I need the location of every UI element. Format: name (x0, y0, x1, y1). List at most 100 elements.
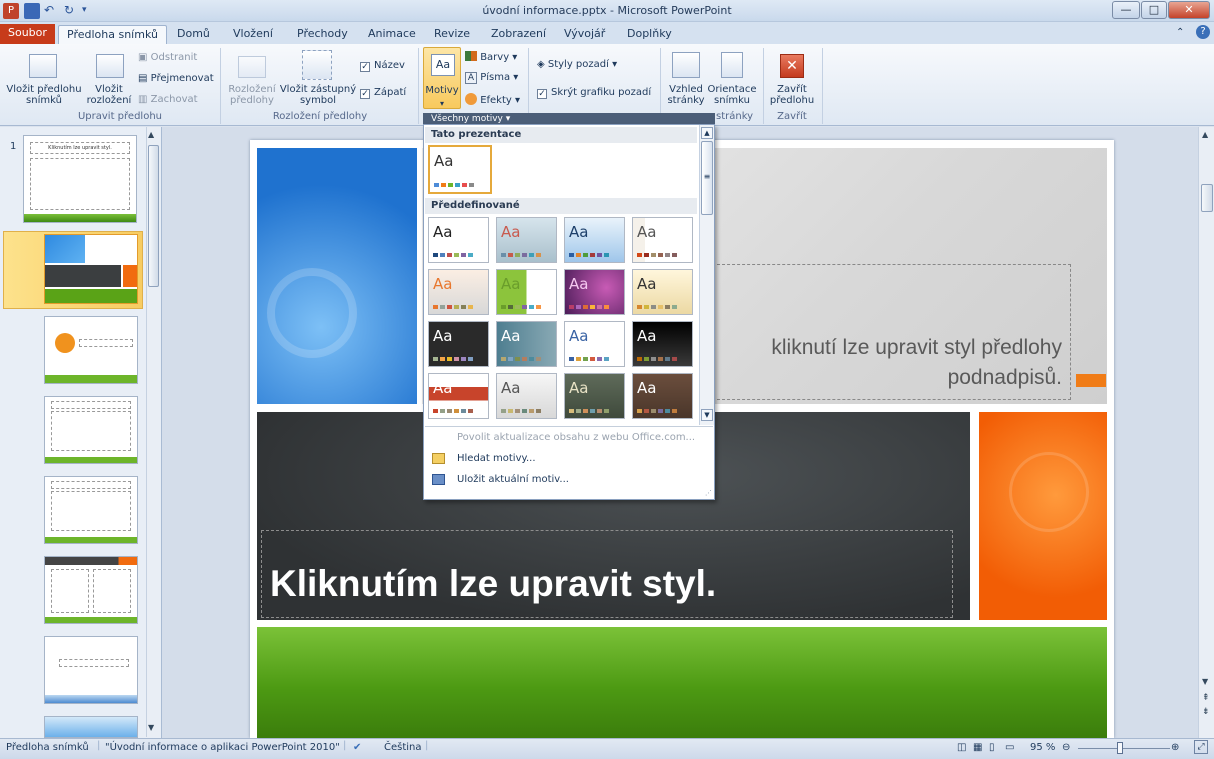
theme-builtin[interactable]: Aa (632, 373, 693, 419)
resize-grip-icon[interactable]: ⋰ (705, 489, 712, 497)
title-checkbox[interactable]: ✓ Název (360, 60, 405, 72)
normal-view-icon[interactable]: ◫ (957, 742, 966, 753)
tab-file[interactable]: Soubor (0, 24, 55, 44)
tab-transitions[interactable]: Přechody (289, 25, 356, 44)
footer-checkbox[interactable]: ✓ Zápatí (360, 87, 406, 99)
allow-office-updates-item[interactable]: Povolit aktualizace obsahu z webu Office… (426, 428, 712, 448)
slide-sorter-icon[interactable]: ▦ (973, 742, 982, 753)
page-setup-button[interactable]: Vzhled stránky (666, 84, 706, 106)
theme-builtin[interactable]: Aa (564, 373, 625, 419)
thumb-orange-circle (55, 333, 75, 353)
slide-show-icon[interactable]: ▭ (1005, 742, 1014, 753)
save-current-theme-item[interactable]: Uložit aktuální motiv... (426, 470, 712, 490)
scroll-down-icon[interactable]: ▼ (148, 723, 154, 732)
rename-button[interactable]: ▤ Přejmenovat (138, 73, 214, 84)
theme-builtin[interactable]: Aa (496, 373, 557, 419)
zoom-in-icon[interactable]: ⊕ (1171, 742, 1179, 753)
spellcheck-icon[interactable]: ✔ (353, 742, 361, 753)
theme-current[interactable]: Aa (428, 145, 492, 194)
thumbnail-layout-4[interactable] (44, 476, 138, 544)
theme-sample: Aa (501, 223, 521, 241)
theme-builtin[interactable]: Aa (496, 269, 557, 315)
gallery-scrollbar[interactable]: ▲ ≡ ▼ (699, 125, 714, 425)
background-styles-button[interactable]: ◈ Styly pozadí ▾ (537, 59, 617, 70)
tab-insert[interactable]: Vložení (225, 25, 281, 44)
scroll-up-icon[interactable]: ▲ (701, 127, 713, 139)
zoom-out-icon[interactable]: ⊖ (1062, 742, 1070, 753)
delete-button[interactable]: ▣ Odstranit (138, 52, 197, 63)
zoom-slider[interactable] (1078, 748, 1170, 749)
group-divider (822, 48, 823, 124)
tab-review[interactable]: Revize (426, 25, 478, 44)
next-slide-icon[interactable]: ⇟ (1202, 707, 1210, 717)
scroll-thumb[interactable] (1201, 184, 1213, 212)
theme-builtin[interactable]: Aa (632, 269, 693, 315)
thumb-orange-block (123, 265, 137, 287)
fonts-button[interactable]: A Písma ▾ (465, 72, 518, 84)
browse-themes-item[interactable]: Hledat motivy... (426, 449, 712, 469)
reading-view-icon[interactable]: ▯ (989, 742, 995, 753)
close-master-button[interactable]: Zavřít předlohu (768, 84, 816, 106)
tab-addins[interactable]: Doplňky (619, 25, 680, 44)
preserve-button[interactable]: ▥ Zachovat (138, 94, 198, 105)
scroll-up-icon[interactable]: ▲ (148, 130, 154, 139)
master-layout-button[interactable]: Rozložení předlohy (228, 84, 276, 106)
minimize-button[interactable]: — (1112, 1, 1140, 19)
zoom-level[interactable]: 95 % (1030, 742, 1055, 753)
thumbnail-layout-2[interactable] (44, 316, 138, 384)
orientation-button[interactable]: Orientace snímku (706, 84, 758, 106)
tab-slide-master[interactable]: Předloha snímků (58, 25, 167, 44)
colors-button[interactable]: Barvy ▾ (465, 51, 517, 63)
thumbnail-layout-5[interactable] (44, 556, 138, 624)
scroll-down-icon[interactable]: ▼ (701, 409, 713, 421)
tab-animations[interactable]: Animace (360, 25, 424, 44)
theme-builtin[interactable]: Aa (632, 217, 693, 263)
insert-layout-button[interactable]: Vložit rozložení (84, 84, 134, 106)
tab-developer[interactable]: Vývojář (556, 25, 613, 44)
help-icon[interactable]: ? (1196, 25, 1210, 39)
theme-builtin[interactable]: Aa (564, 269, 625, 315)
theme-builtin[interactable]: Aa (428, 217, 489, 263)
thumbnail-layout-7[interactable] (44, 716, 138, 738)
scroll-down-icon[interactable]: ▼ (1202, 677, 1208, 686)
fit-to-window-icon[interactable]: ⤢ (1194, 740, 1208, 754)
thumb-body (51, 411, 131, 451)
insert-master-button[interactable]: Vložit předlohu snímků (4, 84, 84, 106)
insert-placeholder-button[interactable]: Vložit zástupný symbol (279, 84, 357, 106)
thumbnail-layout-title[interactable] (44, 234, 138, 304)
thumbnail-layout-3[interactable] (44, 396, 138, 464)
orange-accent-bar (1076, 374, 1106, 387)
effects-button[interactable]: Efekty ▾ (465, 93, 520, 106)
theme-builtin[interactable]: Aa (496, 217, 557, 263)
zoom-slider-knob[interactable] (1117, 742, 1123, 754)
hide-background-checkbox[interactable]: ✓ Skrýt grafiku pozadí (537, 87, 651, 99)
theme-builtin[interactable]: Aa (564, 217, 625, 263)
themes-button[interactable]: Aa Motivy ▾ (423, 47, 461, 109)
group-page-setup: stránky (716, 111, 754, 122)
previous-slide-icon[interactable]: ⇞ (1202, 693, 1210, 703)
scroll-thumb[interactable]: ≡ (701, 141, 713, 215)
theme-builtin[interactable]: Aa (564, 321, 625, 367)
status-language[interactable]: Čeština (384, 742, 422, 753)
theme-sample: Aa (569, 379, 589, 397)
tab-home[interactable]: Domů (169, 25, 218, 44)
theme-builtin[interactable]: Aa (428, 321, 489, 367)
minimize-ribbon-icon[interactable]: ⌃ (1176, 27, 1184, 38)
theme-builtin[interactable]: Aa (496, 321, 557, 367)
theme-builtin[interactable]: Aa (428, 269, 489, 315)
thumbnail-master[interactable]: Kliknutím lze upravit styl. (23, 135, 137, 223)
group-divider (220, 48, 221, 124)
subtitle-placeholder[interactable]: kliknutí lze upravit styl předlohy podna… (712, 264, 1071, 400)
theme-builtin[interactable]: Aa (428, 373, 489, 419)
theme-builtin[interactable]: Aa (632, 321, 693, 367)
slide-scrollbar[interactable]: ▲ ▼ ⇞ ⇟ (1198, 127, 1214, 738)
tab-view[interactable]: Zobrazení (483, 25, 554, 44)
group-divider (418, 48, 419, 124)
scroll-up-icon[interactable]: ▲ (1202, 130, 1208, 139)
close-button[interactable]: ✕ (1168, 1, 1210, 19)
title-placeholder[interactable]: Kliknutím lze upravit styl. (261, 530, 953, 618)
thumbnail-layout-6[interactable] (44, 636, 138, 704)
thumbnails-scrollbar[interactable]: ▲ ▼ (146, 127, 160, 737)
maximize-button[interactable]: □ (1141, 1, 1167, 19)
scroll-thumb[interactable] (148, 145, 159, 287)
